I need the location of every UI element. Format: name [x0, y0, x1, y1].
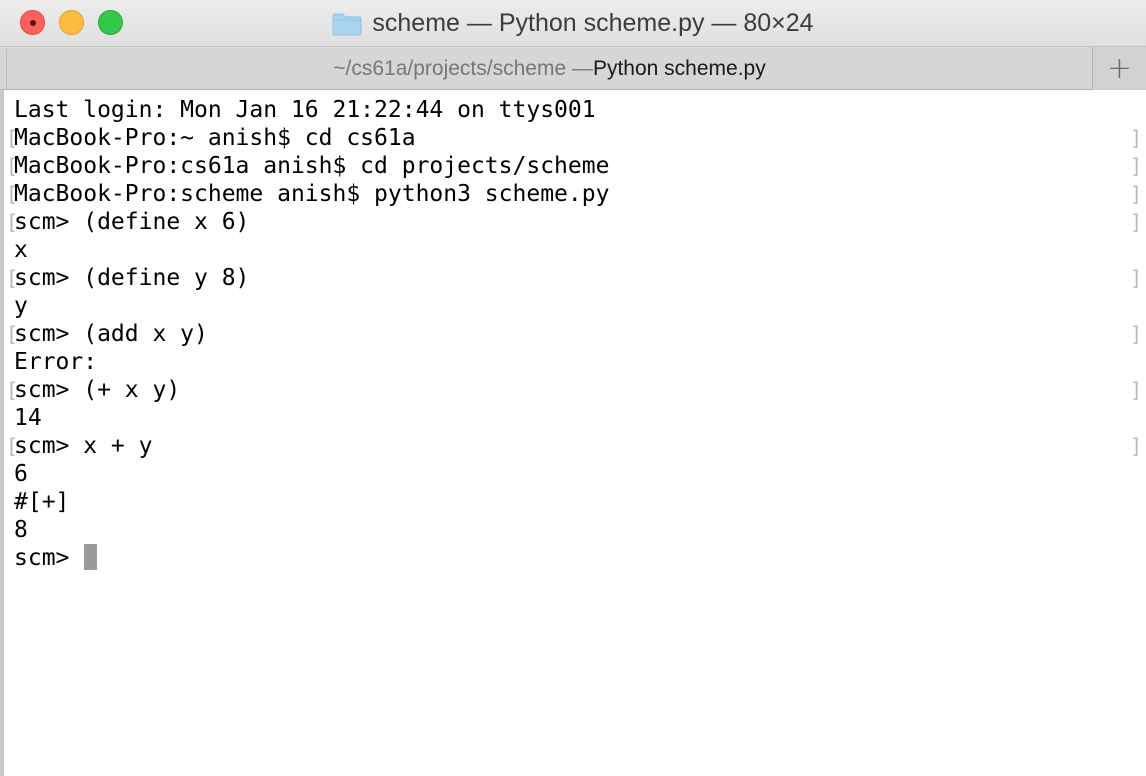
terminal-line: MacBook-Pro:~ anish$ cd cs61a: [14, 125, 416, 151]
terminal-output[interactable]: Last login: Mon Jan 16 21:22:44 on ttys0…: [0, 90, 1146, 776]
terminal-line: scm> (+ x y): [14, 377, 181, 403]
bracket-mark: ]: [1129, 378, 1142, 402]
terminal-line: y: [14, 293, 28, 319]
tab-scheme[interactable]: ~/cs61a/projects/scheme — Python scheme.…: [6, 49, 1092, 89]
text-cursor: [84, 544, 98, 570]
folder-icon: [332, 13, 362, 36]
bracket-mark: ]: [1129, 322, 1142, 346]
plus-icon: +: [1106, 51, 1133, 86]
terminal-line: scm> (define y 8): [14, 265, 250, 291]
window-title-container: scheme — Python scheme.py — 80×24: [0, 0, 1146, 46]
terminal-line: 14: [14, 405, 42, 431]
terminal-line: #[+]: [14, 489, 70, 515]
bracket-mark: ]: [1129, 266, 1142, 290]
bracket-mark: ]: [1129, 126, 1142, 150]
terminal-line: Error:: [14, 349, 98, 375]
bracket-mark: ]: [1129, 182, 1142, 206]
terminal-window: scheme — Python scheme.py — 80×24 ~/cs61…: [0, 0, 1146, 776]
terminal-line: Last login: Mon Jan 16 21:22:44 on ttys0…: [14, 97, 596, 123]
terminal-line: 6: [14, 461, 28, 487]
terminal-line: x: [14, 237, 28, 263]
bracket-mark: ]: [1129, 154, 1142, 178]
window-title: scheme — Python scheme.py — 80×24: [372, 8, 814, 37]
tab-path: ~/cs61a/projects/scheme —: [333, 57, 593, 80]
terminal-line: scm> (add x y): [14, 321, 208, 347]
new-tab-button[interactable]: +: [1092, 47, 1146, 90]
terminal-line: MacBook-Pro:cs61a anish$ cd projects/sch…: [14, 153, 610, 179]
terminal-line: 8: [14, 517, 28, 543]
title-bar[interactable]: scheme — Python scheme.py — 80×24: [0, 0, 1146, 46]
prompt-text: scm>: [14, 545, 84, 571]
prompt-line[interactable]: scm>: [14, 544, 98, 572]
tab-bar: ~/cs61a/projects/scheme — Python scheme.…: [0, 46, 1146, 90]
terminal-line: MacBook-Pro:scheme anish$ python3 scheme…: [14, 181, 610, 207]
bracket-mark: ]: [1129, 434, 1142, 458]
tab-app-name: Python scheme.py: [592, 57, 766, 80]
terminal-line: scm> x + y: [14, 433, 153, 459]
terminal-line: scm> (define x 6): [14, 209, 250, 235]
bracket-mark: ]: [1129, 210, 1142, 234]
